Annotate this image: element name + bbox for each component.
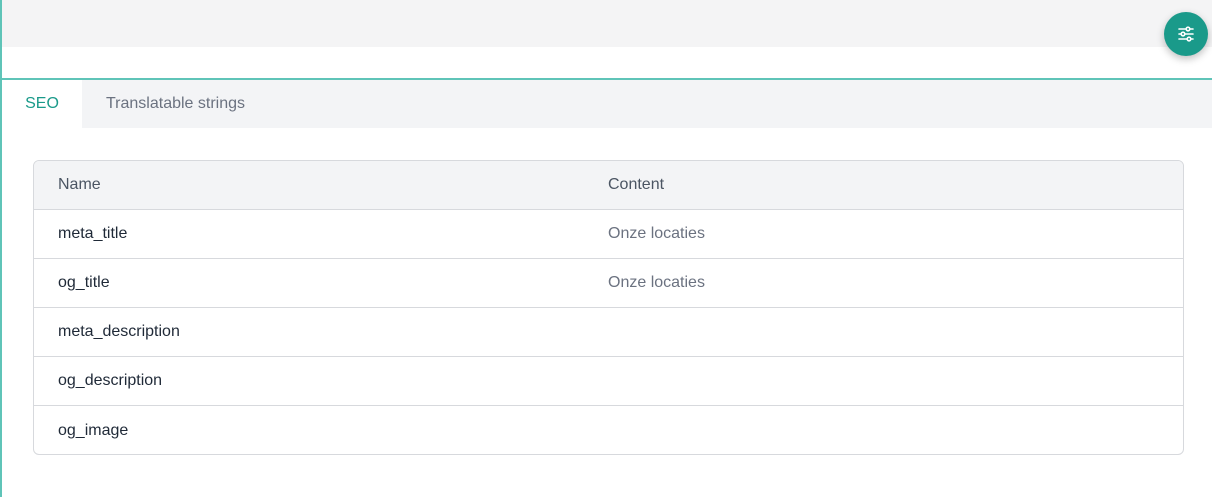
table-header: Name Content: [34, 161, 1183, 210]
column-header-name: Name: [58, 176, 101, 193]
seo-table: Name Content meta_title Onze locaties og…: [33, 160, 1184, 455]
settings-fab-button[interactable]: [1164, 12, 1208, 56]
column-header-content: Content: [608, 176, 665, 193]
row-content: Onze locaties: [608, 274, 705, 291]
table-row[interactable]: og_title Onze locaties: [34, 259, 1183, 308]
row-name: og_image: [58, 421, 129, 439]
row-name: meta_title: [58, 225, 128, 242]
table-row[interactable]: og_description: [34, 357, 1183, 406]
tab-bar: SEO Translatable strings: [2, 80, 1212, 128]
row-name: og_description: [58, 372, 163, 389]
table-row[interactable]: og_image: [34, 406, 1183, 454]
row-name: og_title: [58, 274, 110, 291]
tab-translatable-strings[interactable]: Translatable strings: [82, 80, 261, 128]
row-name: meta_description: [58, 323, 180, 340]
table-row[interactable]: meta_description: [34, 308, 1183, 357]
left-rail: [0, 0, 2, 497]
table-row[interactable]: meta_title Onze locaties: [34, 210, 1183, 259]
tab-seo[interactable]: SEO: [2, 80, 82, 128]
top-bar: [2, 0, 1212, 47]
row-content: Onze locaties: [608, 225, 705, 242]
sliders-icon: [1178, 26, 1194, 42]
